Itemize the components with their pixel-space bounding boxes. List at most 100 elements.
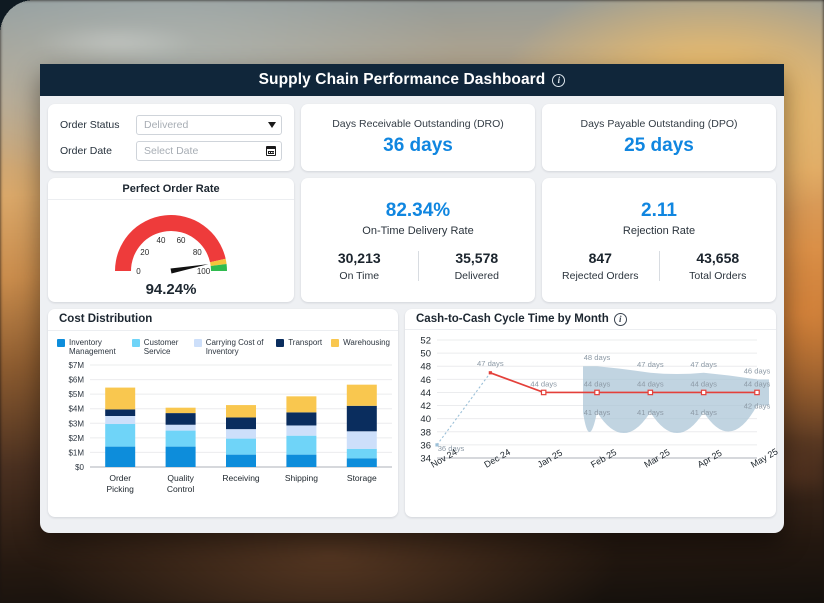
rejection-left-label: Rejected Orders [562,270,638,282]
svg-text:80: 80 [193,247,202,256]
svg-text:50: 50 [420,349,431,360]
svg-text:Jan 25: Jan 25 [536,448,564,470]
svg-text:100: 100 [197,267,211,276]
svg-text:44 days: 44 days [690,379,717,388]
cash-to-cash-title: Cash-to-Cash Cycle Time by Month i [405,309,776,330]
legend-item[interactable]: Warehousing [331,338,390,358]
dashboard-titlebar: Supply Chain Performance Dashboard i [40,64,784,96]
order-date-input[interactable]: Select Date [136,141,282,161]
dpo-label: Days Payable Outstanding (DPO) [581,118,738,130]
charts-row: Cost Distribution Inventory Management Cu… [48,309,776,517]
legend-swatch [331,339,339,347]
dro-value: 36 days [383,135,453,157]
corner-mask [0,0,34,34]
legend-label: Customer Service [144,338,185,358]
legend-label: Carrying Cost of Inventory [206,338,268,358]
dashboard-grid: Order Status Delivered Order Date Select… [40,96,784,525]
kpi-row-top: Order Status Delivered Order Date Select… [48,104,776,171]
info-icon[interactable]: i [614,313,627,326]
svg-text:40: 40 [420,414,431,425]
svg-text:Apr 25: Apr 25 [696,448,724,470]
on-time-label: On-Time Delivery Rate [362,225,473,237]
svg-text:Shipping: Shipping [285,473,318,483]
svg-text:$1M: $1M [68,448,84,457]
legend-swatch [276,339,284,347]
calendar-icon[interactable] [266,146,276,156]
order-status-select[interactable]: Delivered [136,115,282,135]
svg-text:May 25: May 25 [749,446,780,469]
on-time-right: 35,578 Delivered [419,250,536,282]
svg-text:44 days: 44 days [530,379,557,388]
on-time-delivery-card: 82.34% On-Time Delivery Rate 30,213 On T… [301,178,535,302]
dro-label: Days Receivable Outstanding (DRO) [332,118,504,130]
svg-text:60: 60 [177,236,186,245]
on-time-value: 82.34% [386,200,450,222]
svg-text:20: 20 [140,247,149,256]
svg-text:41 days: 41 days [690,408,717,417]
svg-text:46 days: 46 days [744,366,771,375]
page-title: Supply Chain Performance Dashboard [259,71,546,89]
order-status-value: Delivered [144,119,268,131]
svg-text:$4M: $4M [68,405,84,414]
on-time-left-value: 30,213 [338,250,381,266]
cash-to-cash-svg: 3436384042444648505236 days47 days44 day… [405,330,771,512]
svg-text:41 days: 41 days [637,408,664,417]
svg-text:44 days: 44 days [637,379,664,388]
rejection-split: 847 Rejected Orders 43,658 Total Orders [542,250,776,282]
svg-text:48 days: 48 days [584,353,611,362]
svg-text:Order: Order [109,473,131,483]
legend-item[interactable]: Inventory Management [57,338,123,358]
svg-text:44: 44 [420,388,431,399]
dpo-value: 25 days [624,135,694,157]
gauge-chart: 020406080100 [95,207,247,285]
info-icon[interactable]: i [552,74,565,87]
cost-distribution-svg: $0$1M$2M$3M$4M$5M$6M$7MOrderPickingQuali… [48,357,398,512]
legend-item[interactable]: Carrying Cost of Inventory [194,338,268,358]
legend-label: Transport [288,338,322,358]
svg-text:36: 36 [420,440,431,451]
on-time-right-label: Delivered [455,270,499,282]
svg-text:44 days: 44 days [584,379,611,388]
order-status-filter: Order Status Delivered [60,115,282,135]
cost-distribution-legend: Inventory Management Customer Service Carr… [48,331,398,358]
gauge-svg: 020406080100 [95,207,247,285]
on-time-split: 30,213 On Time 35,578 Delivered [301,250,535,282]
legend-item[interactable]: Transport [276,338,322,358]
rejection-right: 43,658 Total Orders [660,250,777,282]
svg-text:47 days: 47 days [637,360,664,369]
legend-label: Warehousing [343,338,390,358]
rejection-right-label: Total Orders [689,270,746,282]
dpo-card: Days Payable Outstanding (DPO) 25 days [542,104,776,171]
svg-text:42 days: 42 days [744,402,771,411]
svg-text:46: 46 [420,375,431,386]
svg-text:0: 0 [136,267,141,276]
rejection-rate-card: 2.11 Rejection Rate 847 Rejected Orders … [542,178,776,302]
svg-text:41 days: 41 days [584,408,611,417]
svg-text:$3M: $3M [68,419,84,428]
legend-item[interactable]: Customer Service [132,338,185,358]
rejection-left: 847 Rejected Orders [542,250,659,282]
on-time-left-label: On Time [339,270,379,282]
svg-text:$5M: $5M [68,390,84,399]
svg-text:$7M: $7M [68,361,84,370]
svg-text:48: 48 [420,362,431,373]
perfect-order-rate-title: Perfect Order Rate [48,178,294,200]
svg-text:Picking: Picking [106,484,134,494]
legend-swatch [57,339,65,347]
order-status-label: Order Status [60,119,128,131]
svg-text:52: 52 [420,336,431,347]
dro-card: Days Receivable Outstanding (DRO) 36 day… [301,104,535,171]
cost-distribution-title: Cost Distribution [48,309,398,331]
rejection-label: Rejection Rate [623,225,695,237]
order-date-value: Select Date [144,145,266,157]
svg-text:Receiving: Receiving [222,473,260,483]
on-time-right-value: 35,578 [455,250,498,266]
svg-text:42: 42 [420,401,431,412]
svg-text:38: 38 [420,427,431,438]
legend-label: Inventory Management [69,338,123,358]
filters-card: Order Status Delivered Order Date Select… [48,104,294,171]
cost-distribution-card: Cost Distribution Inventory Management Cu… [48,309,398,517]
svg-text:Control: Control [167,484,195,494]
svg-text:47 days: 47 days [477,359,504,368]
perfect-order-rate-card: Perfect Order Rate 020406080100 94.24% [48,178,294,302]
